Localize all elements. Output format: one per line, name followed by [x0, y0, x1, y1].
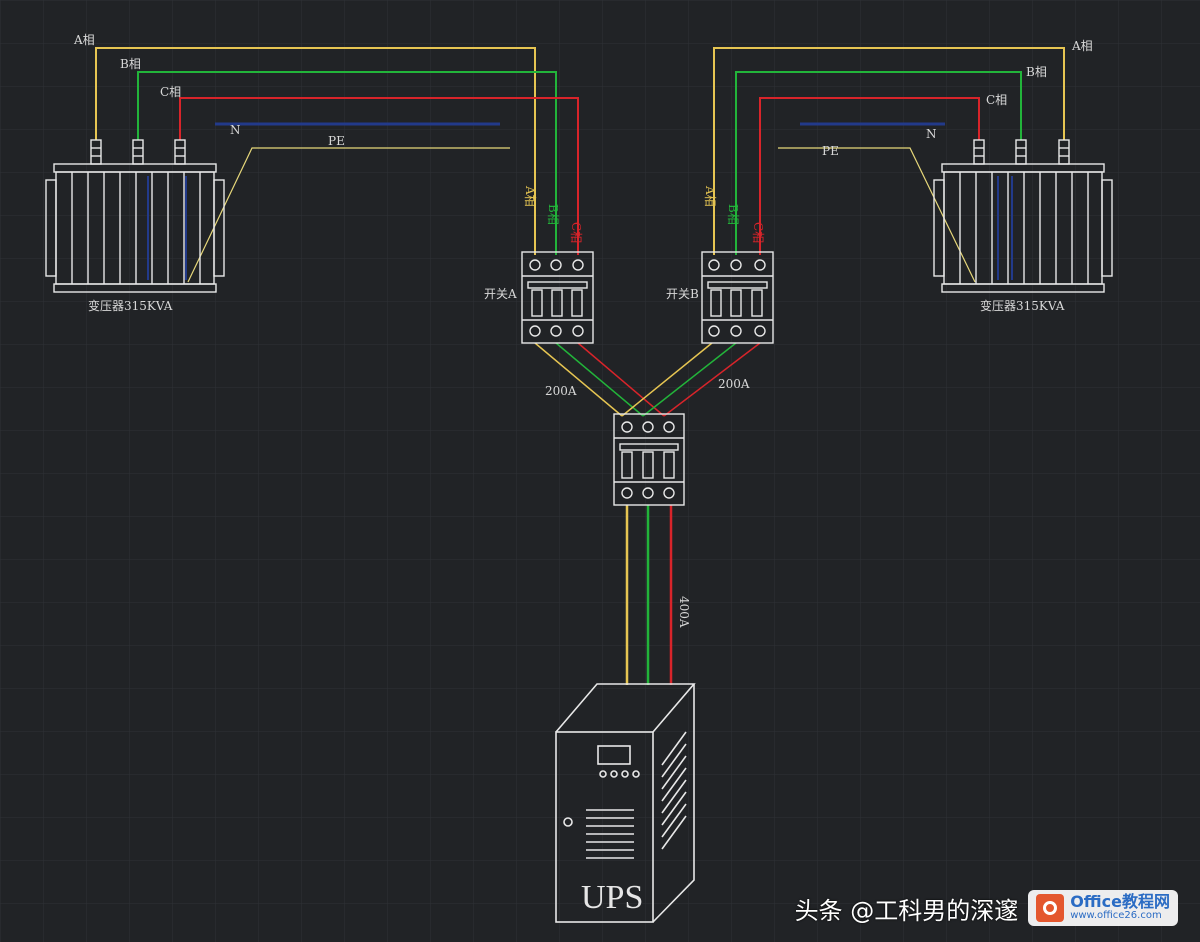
left-phase-a-label: A相 — [73, 33, 95, 47]
right-transformer-label: 变压器315KVA — [980, 298, 1065, 313]
switch-a-phase-b-label: B相 — [546, 204, 560, 225]
watermark-logo: Office教程网 www.office26.com — [1028, 890, 1178, 926]
switch-b-phase-c-label: C相 — [751, 222, 765, 243]
right-pe-label: PE — [822, 144, 839, 158]
switch-a-phase-c-label: C相 — [569, 222, 583, 243]
watermark: 头条 @工科男的深邃 Office教程网 www.office26.com — [795, 890, 1178, 926]
main-breaker-rating: 400A — [677, 596, 691, 628]
right-phase-c-label: C相 — [986, 93, 1007, 107]
left-neutral-label: N — [230, 123, 241, 137]
left-phase-b-label: B相 — [120, 57, 141, 71]
switch-b-phase-b-label: B相 — [726, 204, 740, 225]
right-phase-a-label: A相 — [1071, 39, 1093, 53]
watermark-url: www.office26.com — [1070, 910, 1162, 922]
right-phase-b-label: B相 — [1026, 65, 1047, 79]
cad-grid — [0, 0, 1200, 942]
left-phase-c-label: C相 — [160, 85, 181, 99]
switch-b-label: 开关B — [666, 287, 699, 301]
switch-a-label: 开关A — [484, 287, 517, 301]
ups-label: UPS — [581, 879, 643, 916]
switch-b-rating: 200A — [718, 377, 750, 391]
switch-a-phase-a-label: A相 — [523, 185, 537, 207]
wiring-diagram: A相 B相 C相 N PE 变压器315KVA A相 B相 C相 N PE 变压… — [0, 0, 1200, 942]
diagram-canvas: A相 B相 C相 N PE 变压器315KVA A相 B相 C相 N PE 变压… — [0, 0, 1200, 942]
left-transformer-label: 变压器315KVA — [88, 298, 173, 313]
office-logo-icon — [1036, 894, 1065, 922]
watermark-brand: Office教程网 — [1070, 892, 1170, 912]
switch-a-rating: 200A — [545, 384, 577, 398]
right-neutral-label: N — [926, 127, 937, 141]
left-pe-label: PE — [328, 134, 345, 148]
switch-b-phase-a-label: A相 — [703, 185, 717, 207]
watermark-text: 头条 @工科男的深邃 — [794, 896, 1019, 925]
